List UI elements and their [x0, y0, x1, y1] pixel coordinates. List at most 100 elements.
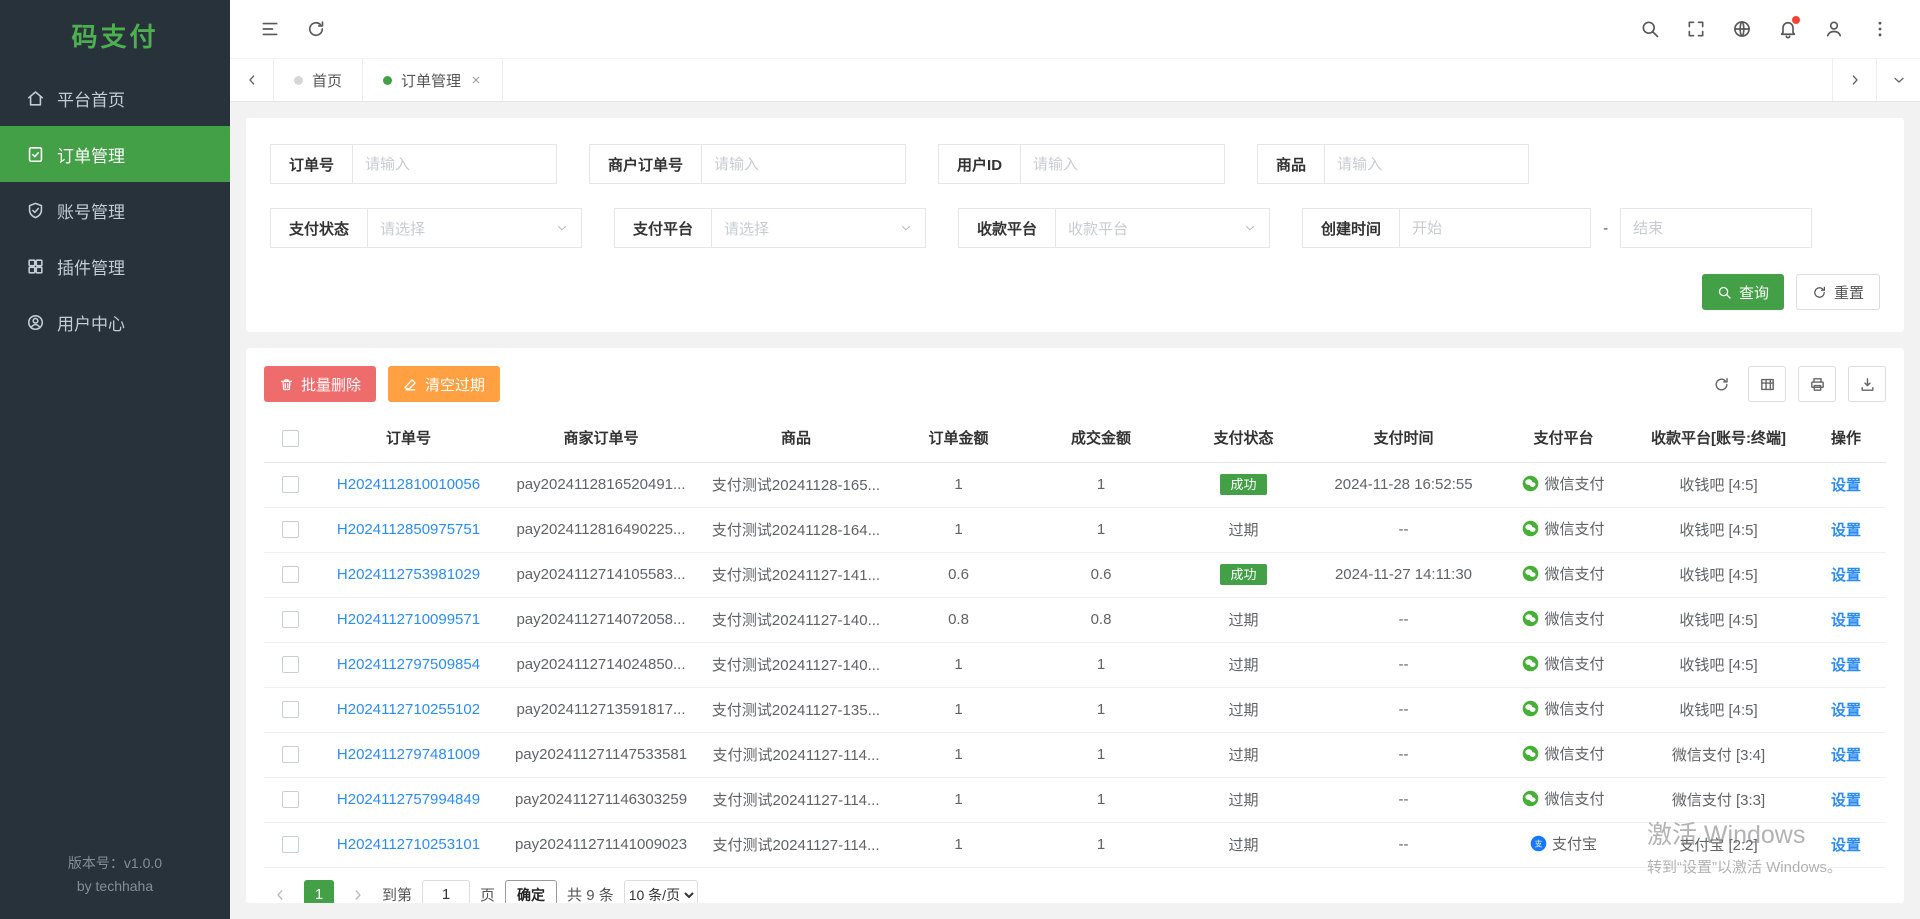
wechat-icon: [1522, 700, 1539, 717]
tabs-menu-button[interactable]: [1876, 59, 1920, 101]
sidebar-item-user-center[interactable]: 用户中心: [0, 294, 230, 350]
reset-button[interactable]: 重置: [1796, 274, 1880, 310]
more-button[interactable]: [1860, 9, 1900, 49]
filter-pay-status-select[interactable]: 请选择: [367, 208, 582, 248]
paid-amount: 1: [1026, 507, 1176, 552]
receive-platform: 收钱吧 [4:5]: [1631, 687, 1806, 732]
batch-delete-button[interactable]: 批量删除: [264, 366, 376, 402]
order-amount: 0.6: [891, 552, 1026, 597]
sidebar-item-plugins[interactable]: 插件管理: [0, 238, 230, 294]
table-refresh-button[interactable]: [1706, 366, 1736, 402]
order-no-link[interactable]: H2024112757994849: [337, 791, 480, 808]
filter-order-no-field: [352, 144, 557, 184]
status-text: 过期: [1228, 747, 1258, 764]
filter-receive-platform-select[interactable]: 收款平台: [1055, 208, 1270, 248]
tab-orders[interactable]: 订单管理: [363, 59, 503, 101]
order-no-link[interactable]: H2024112710099571: [337, 611, 480, 628]
settings-link[interactable]: 设置: [1831, 792, 1861, 809]
home-icon: [26, 89, 45, 108]
sidebar-item-accounts[interactable]: 账号管理: [0, 182, 230, 238]
search-button[interactable]: [1630, 9, 1670, 49]
tabs-scroll-right-button[interactable]: [1832, 59, 1876, 101]
pay-platform: 微信支付: [1522, 788, 1604, 809]
filter-product-input[interactable]: [1325, 156, 1528, 173]
notification-button[interactable]: [1768, 9, 1808, 49]
collapse-menu-button[interactable]: [250, 9, 290, 49]
filter-create-time-label: 创建时间: [1302, 208, 1400, 248]
search-button[interactable]: 查询: [1702, 274, 1784, 310]
filter-order-no-input[interactable]: [353, 156, 556, 173]
jump-confirm-button[interactable]: 确定: [505, 880, 557, 904]
wechat-icon: [1522, 745, 1539, 762]
jump-prefix-label: 到第: [382, 884, 412, 903]
filter-end-date-field: [1620, 208, 1812, 248]
refresh-button[interactable]: [296, 9, 336, 49]
jump-page-input[interactable]: [422, 880, 470, 904]
current-page[interactable]: 1: [304, 880, 334, 904]
status-badge: 成功: [1220, 564, 1266, 585]
pay-platform: 微信支付: [1522, 743, 1604, 764]
sidebar-item-home[interactable]: 平台首页: [0, 70, 230, 126]
page-size-select[interactable]: 10 条/页: [624, 880, 698, 904]
row-checkbox[interactable]: [282, 791, 299, 808]
filter-user-id-input[interactable]: [1021, 156, 1224, 173]
row-checkbox[interactable]: [282, 611, 299, 628]
table-export-button[interactable]: [1848, 366, 1886, 402]
reset-button-label: 重置: [1834, 282, 1864, 303]
chevron-right-icon: [1847, 72, 1863, 88]
eraser-icon: [403, 377, 418, 392]
filter-end-date-input[interactable]: [1621, 220, 1811, 237]
prev-page-button[interactable]: [266, 880, 294, 904]
order-no-link[interactable]: H2024112850975751: [337, 521, 480, 538]
order-no-link[interactable]: H2024112753981029: [337, 566, 480, 583]
row-checkbox[interactable]: [282, 746, 299, 763]
filter-pay-platform-select[interactable]: 请选择: [711, 208, 926, 248]
refresh-icon: [1812, 285, 1827, 300]
tabs-scroll-left-button[interactable]: [230, 59, 274, 101]
paid-amount: 1: [1026, 777, 1176, 822]
settings-link[interactable]: 设置: [1831, 702, 1861, 719]
close-icon[interactable]: [470, 74, 482, 86]
table-row: H2024112797481009pay202411271147533581支付…: [264, 732, 1886, 777]
tab-status-dot: [294, 76, 303, 85]
sidebar-item-label: 账号管理: [57, 198, 125, 223]
settings-link[interactable]: 设置: [1831, 477, 1861, 494]
filter-merchant-order-no-input[interactable]: [702, 156, 905, 173]
clear-expired-button[interactable]: 清空过期: [388, 366, 500, 402]
order-no-link[interactable]: H2024112710253101: [337, 836, 480, 853]
settings-link[interactable]: 设置: [1831, 522, 1861, 539]
language-button[interactable]: [1722, 9, 1762, 49]
settings-link[interactable]: 设置: [1831, 567, 1861, 584]
row-checkbox[interactable]: [282, 656, 299, 673]
order-no-link[interactable]: H2024112797509854: [337, 656, 480, 673]
table-print-button[interactable]: [1798, 366, 1836, 402]
sidebar-item-orders[interactable]: 订单管理: [0, 126, 230, 182]
order-no-link[interactable]: H2024112797481009: [337, 746, 480, 763]
row-checkbox[interactable]: [282, 701, 299, 718]
table-columns-button[interactable]: [1748, 366, 1786, 402]
order-no-link[interactable]: H2024112810010056: [337, 476, 480, 493]
settings-link[interactable]: 设置: [1831, 837, 1861, 854]
paid-amount: 1: [1026, 642, 1176, 687]
row-checkbox[interactable]: [282, 476, 299, 493]
settings-link[interactable]: 设置: [1831, 657, 1861, 674]
paid-amount: 0.8: [1026, 597, 1176, 642]
author-text: by techhaha: [0, 875, 230, 897]
settings-link[interactable]: 设置: [1831, 612, 1861, 629]
next-page-button[interactable]: [344, 880, 372, 904]
filter-start-date-input[interactable]: [1400, 220, 1590, 237]
order-no-link[interactable]: H2024112710255102: [337, 701, 480, 718]
pay-platform: 微信支付: [1522, 518, 1604, 539]
fullscreen-button[interactable]: [1676, 9, 1716, 49]
select-all-checkbox[interactable]: [282, 430, 299, 447]
user-button[interactable]: [1814, 9, 1854, 49]
tab-home[interactable]: 首页: [274, 59, 363, 101]
batch-delete-label: 批量删除: [301, 374, 361, 395]
orders-table: 订单号商家订单号商品订单金额成交金额支付状态支付时间支付平台收款平台[账号:终端…: [264, 414, 1886, 868]
filter-order-no-label: 订单号: [270, 144, 353, 184]
row-checkbox[interactable]: [282, 521, 299, 538]
row-checkbox[interactable]: [282, 836, 299, 853]
table-row: H2024112710255102pay2024112713591817...支…: [264, 687, 1886, 732]
settings-link[interactable]: 设置: [1831, 747, 1861, 764]
row-checkbox[interactable]: [282, 566, 299, 583]
